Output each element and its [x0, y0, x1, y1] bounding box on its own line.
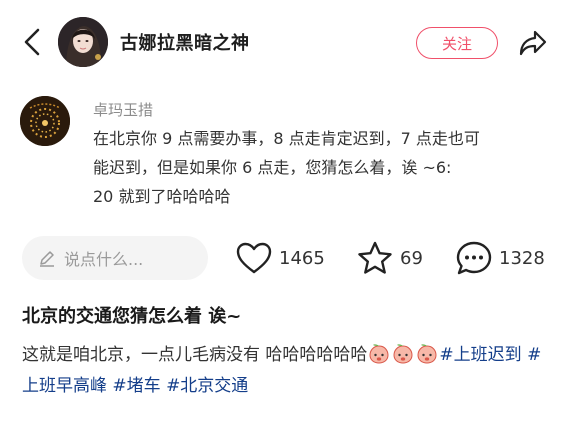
favorite-count: 69 [400, 247, 423, 269]
comment-text: 在北京你 9 点需要办事，8 点走肯定迟到，7 点走也可 能迟到，但是如果你 6… [93, 124, 553, 211]
share-icon [519, 30, 547, 56]
author-avatar[interactable] [58, 17, 108, 67]
post-detail-page: 古娜拉黑暗之神 关注 卓玛玉措 在北京你 9 点需要办事，8 点走肯定迟到，7 … [0, 0, 571, 434]
favorite-button[interactable]: 69 [356, 240, 423, 276]
chevron-left-icon [24, 28, 40, 56]
peach-face-emoji-icon [393, 344, 413, 364]
comment-line: 能迟到，但是如果你 6 点走，您猜怎么着，诶 ~6: [93, 158, 452, 177]
author-name[interactable]: 古娜拉黑暗之神 [120, 29, 250, 55]
comment-input[interactable]: 说点什么... [22, 236, 208, 280]
post-title: 北京的交通您猜怎么着 诶~ [22, 306, 242, 327]
comments-button[interactable]: 1328 [455, 240, 545, 276]
post-body: 这就是咱北京，一点儿毛病没有 哈哈哈哈哈哈 #上班迟到 #上班早高峰 #堵车 #… [22, 340, 552, 402]
comment-line: 20 就到了哈哈哈哈 [93, 187, 231, 206]
comment-line: 在北京你 9 点需要办事，8 点走肯定迟到，7 点走也可 [93, 129, 480, 148]
commenter-avatar[interactable] [20, 96, 70, 146]
like-button[interactable]: 1465 [235, 240, 325, 276]
like-count: 1465 [279, 247, 325, 269]
back-button[interactable] [18, 24, 46, 60]
hashtag-link[interactable]: #上班迟到 [439, 345, 521, 365]
post-content: 北京的交通您猜怎么着 诶~ 这就是咱北京，一点儿毛病没有 哈哈哈哈哈哈 #上班迟… [22, 302, 552, 402]
comment-placeholder: 说点什么... [64, 250, 144, 269]
peach-face-emoji-icon [369, 344, 389, 364]
pencil-icon [40, 251, 54, 267]
top-comment: 卓玛玉措 在北京你 9 点需要办事，8 点走肯定迟到，7 点走也可 能迟到，但是… [0, 86, 571, 224]
share-button[interactable] [515, 25, 551, 61]
peach-face-emoji-icon [417, 344, 437, 364]
comment-bubble-icon [456, 241, 492, 275]
heart-icon [236, 242, 272, 274]
follow-button[interactable]: 关注 [416, 27, 498, 59]
comment-count: 1328 [499, 247, 545, 269]
top-bar: 古娜拉黑暗之神 关注 [0, 0, 571, 86]
commenter-name[interactable]: 卓玛玉措 [93, 99, 153, 120]
hashtag-link[interactable]: #北京交通 [166, 376, 248, 396]
hashtag-link[interactable]: #堵车 [112, 376, 160, 396]
engagement-bar: 说点什么... 1465 69 1328 [0, 228, 571, 290]
star-icon [358, 241, 392, 274]
post-body-text: 这就是咱北京，一点儿毛病没有 哈哈哈哈哈哈 [22, 345, 368, 365]
